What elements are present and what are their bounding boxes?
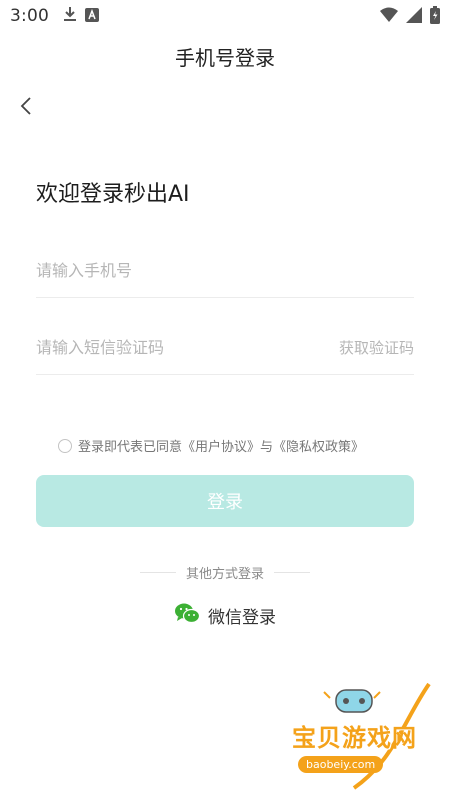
status-system-icons [380,6,440,28]
signal-icon [406,7,422,27]
welcome-heading: 欢迎登录秒出AI [36,182,190,207]
wechat-icon [174,602,201,628]
phone-field [36,244,414,298]
code-field: 获取验证码 [36,321,414,375]
watermark-url: baobeiy.com [298,756,384,773]
divider-right [274,572,310,573]
page-title: 手机号登录 [175,46,275,70]
other-methods-label: 其他方式登录 [185,567,264,582]
back-button[interactable] [14,94,38,122]
status-notifications [63,6,99,26]
divider-left [139,572,176,573]
status-time: 3:00 [10,6,49,26]
get-code-button[interactable]: 获取验证码 [339,337,414,358]
notification-a-icon [84,7,99,26]
wechat-login-button[interactable]: 微信登录 [0,602,450,628]
wifi-icon [380,7,398,27]
battery-icon [430,6,440,28]
phone-input[interactable] [36,261,414,280]
title-bar: 手机号登录 [0,40,450,76]
status-bar: 3:00 [0,0,450,32]
watermark-text: 宝贝游戏网 [292,724,417,752]
agreement-row: 登录即代表已同意《用户协议》与《隐私权政策》 [58,436,364,455]
download-icon [63,6,77,26]
login-button[interactable]: 登录 [36,475,414,527]
agreement-text[interactable]: 登录即代表已同意《用户协议》与《隐私权政策》 [78,436,364,455]
site-watermark: 宝贝游戏网 baobeiy.com [284,680,434,790]
back-arrow-icon [20,96,32,120]
sms-code-input[interactable] [36,338,306,357]
other-methods-divider: 其他方式登录 [0,563,450,582]
agreement-checkbox[interactable] [58,438,72,453]
wechat-login-label: 微信登录 [208,607,276,628]
